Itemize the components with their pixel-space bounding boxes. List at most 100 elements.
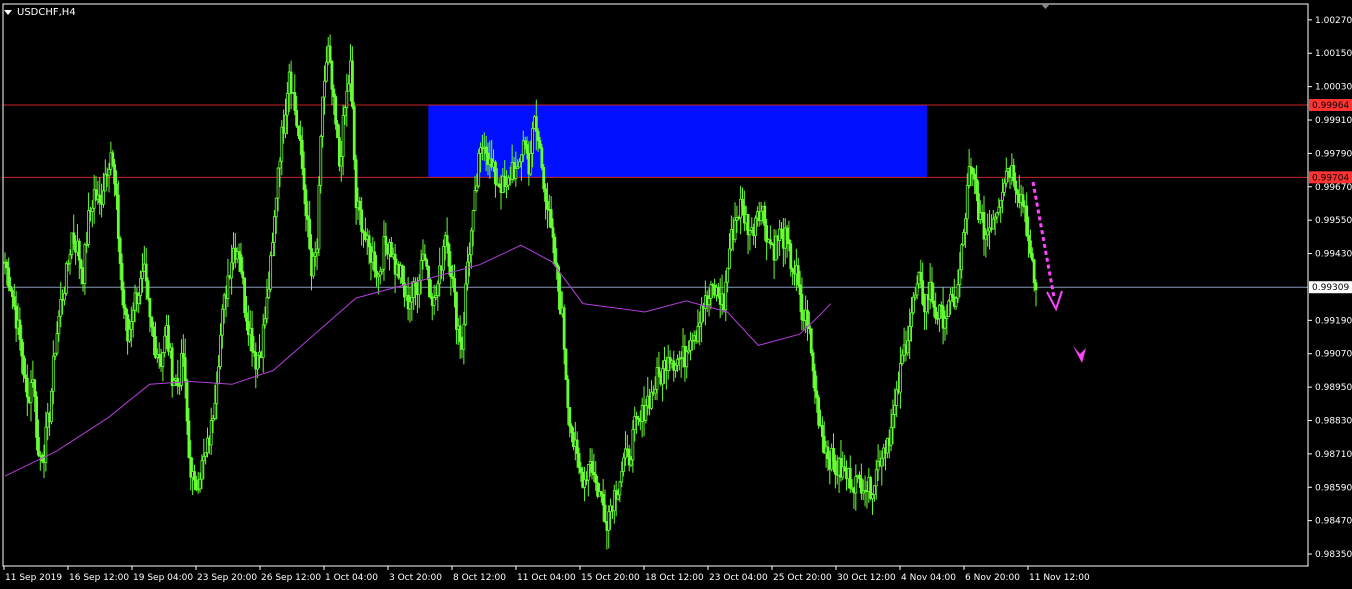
x-tick-label: 15 Oct 20:00 <box>581 573 640 583</box>
candle-body <box>271 242 274 257</box>
candle-body <box>475 185 479 191</box>
candle-body <box>620 470 624 483</box>
candle-body <box>122 289 126 309</box>
candle-body <box>484 146 488 154</box>
candle-body <box>83 244 87 284</box>
candle-body <box>551 227 555 238</box>
candle-body <box>921 280 925 305</box>
candle-body <box>579 467 583 473</box>
candle-body <box>689 339 692 351</box>
candle-body <box>529 152 533 175</box>
candle-body <box>995 212 999 218</box>
triangle-down-icon[interactable] <box>4 9 12 15</box>
candle-body <box>193 471 196 481</box>
candle-body <box>674 364 678 371</box>
candle-body <box>564 348 568 380</box>
y-tick-label: 0.98350 <box>1315 550 1352 560</box>
candle-body <box>536 130 540 142</box>
candle-body <box>202 455 206 462</box>
candle-body <box>726 267 730 283</box>
candle-body <box>300 140 304 169</box>
candle-body <box>791 268 795 272</box>
x-tick-label: 30 Oct 12:00 <box>837 573 896 583</box>
candle-body <box>986 230 990 236</box>
candle-body <box>956 284 960 299</box>
candle-body <box>789 243 793 270</box>
candle-body <box>872 485 876 495</box>
candle-body <box>181 353 185 358</box>
candle-body <box>220 308 224 336</box>
candle-body <box>910 312 913 327</box>
candle-body <box>315 248 319 254</box>
candle-body <box>473 190 477 211</box>
candle-body <box>24 374 27 379</box>
candle-body <box>68 254 72 264</box>
candle-body <box>601 493 605 506</box>
candle-body <box>590 461 594 473</box>
candle-body <box>858 474 861 480</box>
candle-body <box>113 164 117 185</box>
candle-body <box>87 210 90 245</box>
candle-body <box>64 263 68 294</box>
candle-body <box>432 297 436 306</box>
candle-body <box>455 291 458 330</box>
candle-body <box>1027 234 1030 242</box>
candle-body <box>198 478 202 490</box>
candle-body <box>131 309 135 323</box>
candle-body <box>575 439 579 454</box>
y-tick-label: 0.98470 <box>1315 517 1352 527</box>
candle-body <box>128 328 131 342</box>
candle-body <box>991 218 995 230</box>
candle-body <box>103 173 107 192</box>
candle-body <box>194 479 198 490</box>
candle-body <box>37 437 40 456</box>
candle-body <box>18 319 22 340</box>
candle-body <box>848 468 852 489</box>
chart-title[interactable]: USDCHF,H4 <box>4 4 76 20</box>
x-tick-label: 26 Sep 12:00 <box>261 573 321 583</box>
candle-body <box>622 457 625 472</box>
price-chart[interactable]: 1.00270 1.00150 1.00030 0.99910 0.99790 0.996… <box>0 0 1352 589</box>
candle-body <box>553 236 557 264</box>
candle-body <box>733 219 737 240</box>
candle-body <box>272 216 276 243</box>
candle-body <box>716 287 720 297</box>
candle-body <box>724 281 728 311</box>
candle-body <box>230 262 234 279</box>
x-tick-label: 11 Nov 12:00 <box>1029 573 1090 583</box>
candle-body <box>20 339 24 357</box>
candle-body <box>1030 252 1034 261</box>
candle-body <box>284 114 287 134</box>
candle-body <box>263 318 267 326</box>
candle-body <box>698 322 702 327</box>
candle-body <box>306 215 310 220</box>
candle-body <box>265 297 269 320</box>
x-tick-label: 23 Oct 04:00 <box>709 573 768 583</box>
candle-body <box>339 156 343 167</box>
candle-body <box>419 260 423 281</box>
candle-body <box>954 297 958 307</box>
candle-body <box>523 140 527 145</box>
candle-body <box>577 453 581 469</box>
candle-body <box>129 321 133 330</box>
candle-body <box>111 152 115 166</box>
candle-body <box>50 390 53 423</box>
candle-body <box>618 481 622 496</box>
candle-body <box>889 426 893 446</box>
candle-body <box>261 324 265 359</box>
x-tick-label: 11 Sep 2019 <box>5 573 62 583</box>
candle-body <box>469 230 473 256</box>
candle-body <box>215 383 219 404</box>
candle-body <box>436 283 440 296</box>
candle-body <box>1012 165 1016 182</box>
candle-body <box>345 90 349 108</box>
x-tick-label: 8 Oct 12:00 <box>453 573 506 583</box>
candle-body <box>350 60 354 107</box>
candle-body <box>295 110 299 127</box>
candle-body <box>442 246 445 271</box>
candle-body <box>293 92 297 111</box>
candle-body <box>832 447 835 462</box>
candle-body <box>843 466 847 472</box>
candle-body <box>373 251 377 272</box>
candle-body <box>124 307 128 316</box>
